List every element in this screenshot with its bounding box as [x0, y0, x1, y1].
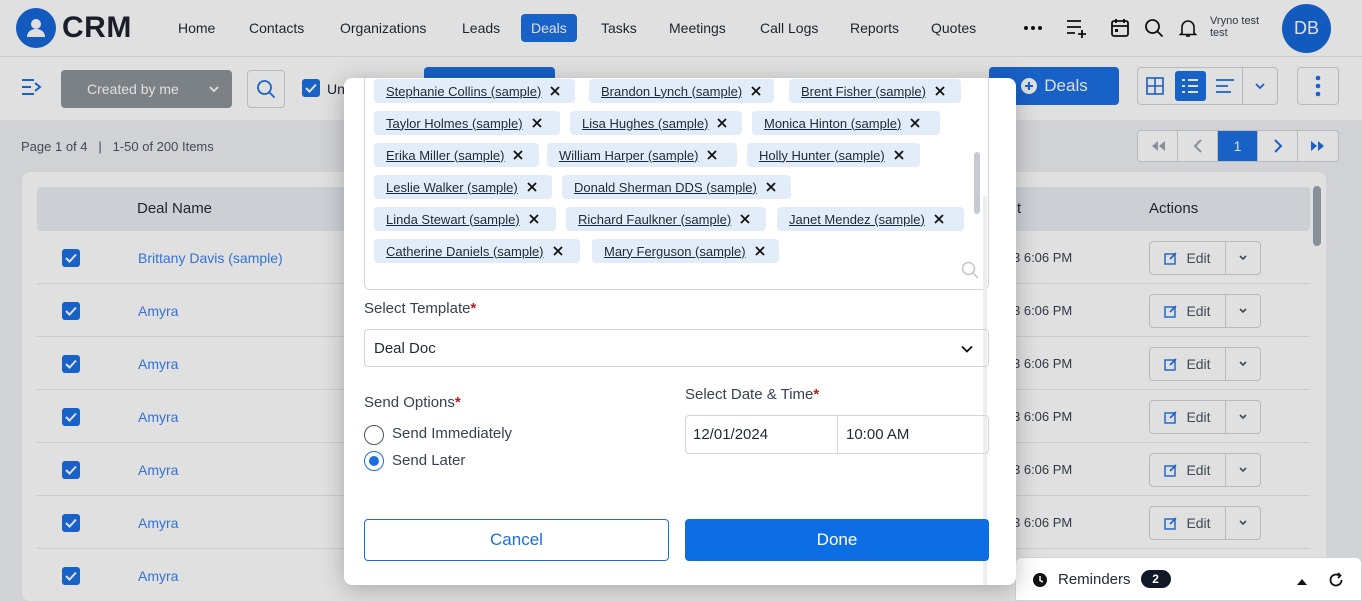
close-icon[interactable]	[504, 143, 532, 167]
recipients-scrollbar[interactable]	[974, 152, 980, 214]
cancel-button[interactable]: Cancel	[364, 519, 669, 561]
close-icon[interactable]	[518, 175, 546, 199]
send-immediately-radio[interactable]	[364, 425, 384, 445]
time-input[interactable]: 10:00 AM	[838, 416, 988, 453]
datetime-label-text: Select Date & Time	[685, 386, 814, 403]
send-later-label[interactable]: Send Later	[392, 452, 465, 469]
recipient-chip: Mary Ferguson (sample)	[592, 239, 779, 263]
required-marker: *	[813, 386, 820, 403]
chevron-down-icon	[960, 342, 974, 360]
close-icon[interactable]	[757, 175, 785, 199]
clock-icon	[1032, 572, 1048, 593]
recipient-chip: Brent Fisher (sample)	[789, 79, 961, 103]
close-icon[interactable]	[746, 239, 774, 263]
send-document-modal: Stephanie Collins (sample) Brandon Lynch…	[344, 78, 1016, 585]
close-icon[interactable]	[523, 111, 551, 135]
template-label-text: Select Template	[364, 300, 471, 317]
recipient-chip: Holly Hunter (sample)	[747, 143, 920, 167]
close-icon[interactable]	[708, 111, 736, 135]
required-marker: *	[470, 300, 477, 317]
template-select[interactable]: Deal Doc	[364, 329, 989, 367]
reminders-panel[interactable]: Reminders 2	[1015, 557, 1362, 601]
recipients-field[interactable]: Stephanie Collins (sample) Brandon Lynch…	[364, 78, 989, 290]
date-input[interactable]: 12/01/2024	[686, 416, 838, 453]
datetime-input-group: 12/01/2024 10:00 AM	[685, 415, 989, 454]
recipient-chip: Donald Sherman DDS (sample)	[562, 175, 791, 199]
close-icon[interactable]	[885, 143, 913, 167]
template-label: Select Template*	[364, 300, 476, 317]
send-options-label: Send Options*	[364, 394, 461, 411]
recipient-chip: William Harper (sample)	[547, 143, 737, 167]
recipient-chip: Monica Hinton (sample)	[752, 111, 940, 135]
send-immediately-label[interactable]: Send Immediately	[392, 425, 512, 442]
recipient-chip: Lisa Hughes (sample)	[570, 111, 742, 135]
close-icon[interactable]	[544, 239, 572, 263]
recipient-chip: Taylor Holmes (sample)	[374, 111, 560, 135]
close-icon[interactable]	[901, 111, 929, 135]
recipient-chip: Catherine Daniels (sample)	[374, 239, 580, 263]
required-marker: *	[454, 394, 461, 411]
send-options-label-text: Send Options	[364, 394, 455, 411]
recipient-chip: Stephanie Collins (sample)	[374, 79, 575, 103]
close-icon[interactable]	[742, 79, 770, 103]
recipient-name: Stephanie Collins (sample)	[386, 83, 542, 99]
refresh-icon[interactable]	[1328, 572, 1344, 593]
recipient-name: Brent Fisher (sample)	[801, 83, 926, 99]
send-later-radio[interactable]	[364, 451, 384, 471]
recipient-chip: Janet Mendez (sample)	[777, 207, 964, 231]
close-icon[interactable]	[926, 79, 954, 103]
recipient-name: Brandon Lynch (sample)	[601, 83, 743, 99]
chevron-up-icon[interactable]	[1296, 574, 1308, 592]
recipient-name: Mary Ferguson (sample)	[604, 243, 746, 259]
close-icon[interactable]	[520, 207, 548, 231]
recipient-name: Donald Sherman DDS (sample)	[574, 179, 757, 195]
recipient-chip: Linda Stewart (sample)	[374, 207, 556, 231]
search-icon[interactable]	[961, 261, 979, 284]
recipient-name: Linda Stewart (sample)	[386, 211, 520, 227]
recipient-name: Janet Mendez (sample)	[789, 211, 925, 227]
done-button[interactable]: Done	[685, 519, 989, 561]
recipient-chip: Leslie Walker (sample)	[374, 175, 552, 199]
close-icon[interactable]	[541, 79, 569, 103]
close-icon[interactable]	[698, 143, 726, 167]
recipient-name: Erika Miller (sample)	[386, 147, 505, 163]
recipient-name: Lisa Hughes (sample)	[582, 115, 709, 131]
recipient-chip: Erika Miller (sample)	[374, 143, 539, 167]
close-icon[interactable]	[925, 207, 953, 231]
recipient-name: Catherine Daniels (sample)	[386, 243, 544, 259]
close-icon[interactable]	[731, 207, 759, 231]
template-select-value: Deal Doc	[374, 339, 436, 357]
recipient-chip: Richard Faulkner (sample)	[566, 207, 766, 231]
reminders-count-badge: 2	[1140, 570, 1171, 588]
datetime-label: Select Date & Time*	[685, 386, 819, 403]
reminders-label: Reminders	[1058, 570, 1131, 588]
recipient-chip: Brandon Lynch (sample)	[589, 79, 774, 103]
radio-selected-dot	[369, 456, 379, 466]
recipient-name: Taylor Holmes (sample)	[386, 115, 523, 131]
recipient-name: Leslie Walker (sample)	[386, 179, 518, 195]
recipient-name: Richard Faulkner (sample)	[578, 211, 732, 227]
recipient-name: Monica Hinton (sample)	[764, 115, 902, 131]
recipient-name: William Harper (sample)	[559, 147, 699, 163]
recipient-name: Holly Hunter (sample)	[759, 147, 885, 163]
